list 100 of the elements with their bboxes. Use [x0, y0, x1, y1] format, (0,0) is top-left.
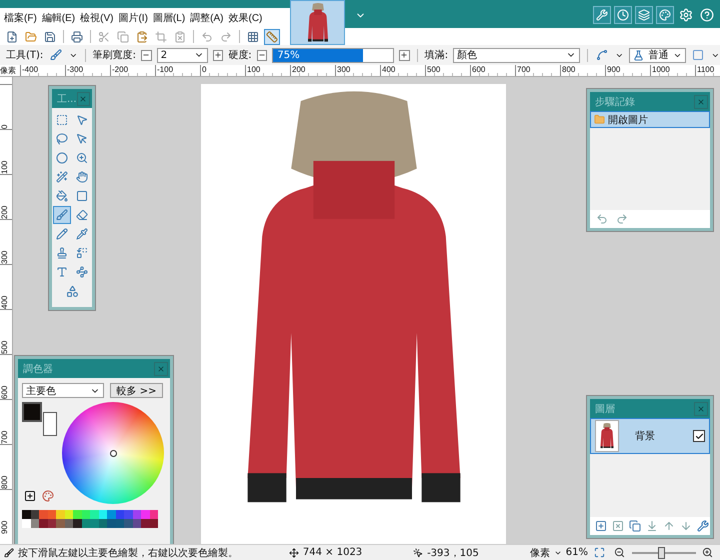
zoom-icon [76, 152, 88, 164]
add-layer-button[interactable] [594, 518, 608, 534]
arrow-up-icon [663, 520, 676, 532]
duplicate-layer-button[interactable] [628, 518, 642, 534]
menu-item[interactable]: 效果(C) [228, 11, 262, 25]
primary-color-swatch[interactable] [22, 402, 42, 422]
settings-button[interactable] [677, 6, 695, 24]
palette-swatch[interactable] [22, 510, 30, 519]
palette-swatch[interactable] [90, 519, 98, 528]
palette-swatch[interactable] [56, 510, 64, 519]
palette-swatch[interactable] [73, 510, 82, 519]
crop-button[interactable] [153, 28, 169, 44]
palette-swatch[interactable] [107, 510, 116, 519]
folder-icon [25, 30, 37, 42]
ruler-button[interactable] [264, 28, 280, 44]
close-button[interactable] [154, 362, 168, 376]
add-color-button[interactable] [22, 488, 38, 504]
merge-layer-button[interactable] [645, 518, 659, 534]
palette-swatch[interactable] [107, 519, 116, 528]
new-file-icon [6, 30, 18, 42]
redo-icon [220, 30, 232, 42]
palette-swatch[interactable] [90, 510, 98, 519]
palette-swatch[interactable] [141, 519, 150, 528]
palette-swatch[interactable] [124, 519, 132, 528]
magic-wand-icon [56, 171, 68, 183]
visibility-checkbox[interactable] [693, 430, 705, 442]
ruler-label: 900 [0, 520, 10, 534]
more-button[interactable]: 較多 >> [110, 383, 163, 398]
settings-icon [679, 8, 693, 22]
plus-icon [400, 51, 408, 59]
window-title: 調色器 [23, 362, 53, 376]
pipette-icon [76, 228, 88, 240]
crop-icon [155, 30, 167, 42]
close-button[interactable] [76, 92, 90, 106]
delete-layer-button[interactable] [611, 518, 624, 534]
ruler-label: 200 [0, 204, 10, 219]
help-button[interactable] [698, 6, 716, 24]
window-title: 工... [57, 92, 77, 106]
hardness-label: 硬度: [228, 48, 252, 62]
palette-swatch[interactable] [39, 510, 48, 519]
palette-swatch[interactable] [141, 510, 150, 519]
palette-button[interactable] [40, 488, 56, 504]
lasso-icon [56, 133, 68, 145]
close-button[interactable] [694, 402, 708, 416]
clipboard-x-icon [174, 30, 186, 42]
menu-item[interactable]: 圖片(I) [118, 11, 148, 25]
layers-window-button[interactable] [635, 6, 653, 24]
window-title: 圖層 [595, 402, 615, 416]
shapes-icon [66, 284, 78, 298]
wrench-icon [697, 520, 710, 532]
palette-icon [659, 9, 671, 21]
menu-item[interactable]: 檢視(V) [80, 11, 114, 25]
palette-swatch[interactable] [22, 519, 30, 528]
curve-icon [596, 49, 608, 61]
layer-properties-button[interactable] [696, 518, 710, 534]
close-button[interactable] [694, 94, 708, 108]
nodes-icon [76, 266, 88, 278]
secondary-color-swatch[interactable] [43, 412, 57, 436]
tool-button[interactable] [53, 206, 71, 224]
image-tab[interactable] [290, 0, 345, 45]
copy-icon [117, 30, 129, 42]
brush-width-field[interactable]: 2 [156, 48, 208, 62]
colors-window-button[interactable] [656, 6, 674, 24]
increase-button[interactable] [212, 50, 224, 60]
decrease-button[interactable] [256, 50, 268, 60]
ruler-label: 500 [0, 340, 10, 354]
layer-item[interactable]: 背景 [590, 418, 710, 454]
tool-label: 工具(T): [6, 49, 44, 62]
increase-button[interactable] [398, 50, 410, 60]
palette-swatch[interactable] [39, 519, 48, 528]
zoom-in-icon [702, 547, 714, 558]
fill-label: 填滿: [424, 48, 448, 62]
print-button[interactable] [69, 28, 85, 44]
history-item[interactable]: 開啟圖片 [590, 111, 710, 128]
copy-icon [628, 520, 641, 532]
tool-picker-button[interactable] [48, 47, 64, 63]
zoom-slider-thumb[interactable] [658, 546, 665, 558]
layer-name: 背景 [635, 430, 656, 443]
brush-icon [56, 209, 68, 221]
fill-dropdown[interactable]: 顏色 [453, 48, 580, 62]
decrease-button[interactable] [140, 50, 152, 60]
color-mode-dropdown[interactable]: 主要色 [22, 383, 104, 398]
blend-mode-dropdown[interactable]: 普通 [629, 48, 686, 62]
redo-icon [616, 213, 628, 225]
unit-dropdown[interactable]: 像素 [530, 546, 550, 560]
menu-item[interactable]: 編輯(E) [42, 11, 76, 25]
copy-button[interactable] [115, 28, 131, 44]
history-window-button[interactable] [614, 6, 632, 24]
undo-icon [201, 30, 213, 42]
hardness-slider[interactable]: 75% [272, 48, 394, 62]
tools-window-button[interactable] [593, 6, 611, 24]
palette-swatch[interactable] [56, 519, 64, 528]
brush-icon [50, 49, 62, 61]
menu-item[interactable]: 調整(A) [190, 11, 224, 25]
arrow-down-line-icon [646, 520, 658, 532]
palette-swatch[interactable] [124, 510, 132, 519]
layers-icon [638, 9, 650, 21]
palette-swatch[interactable] [73, 519, 82, 528]
menu-item[interactable]: 圖層(L) [152, 11, 186, 25]
menu-item[interactable]: 檔案(F) [4, 11, 37, 25]
